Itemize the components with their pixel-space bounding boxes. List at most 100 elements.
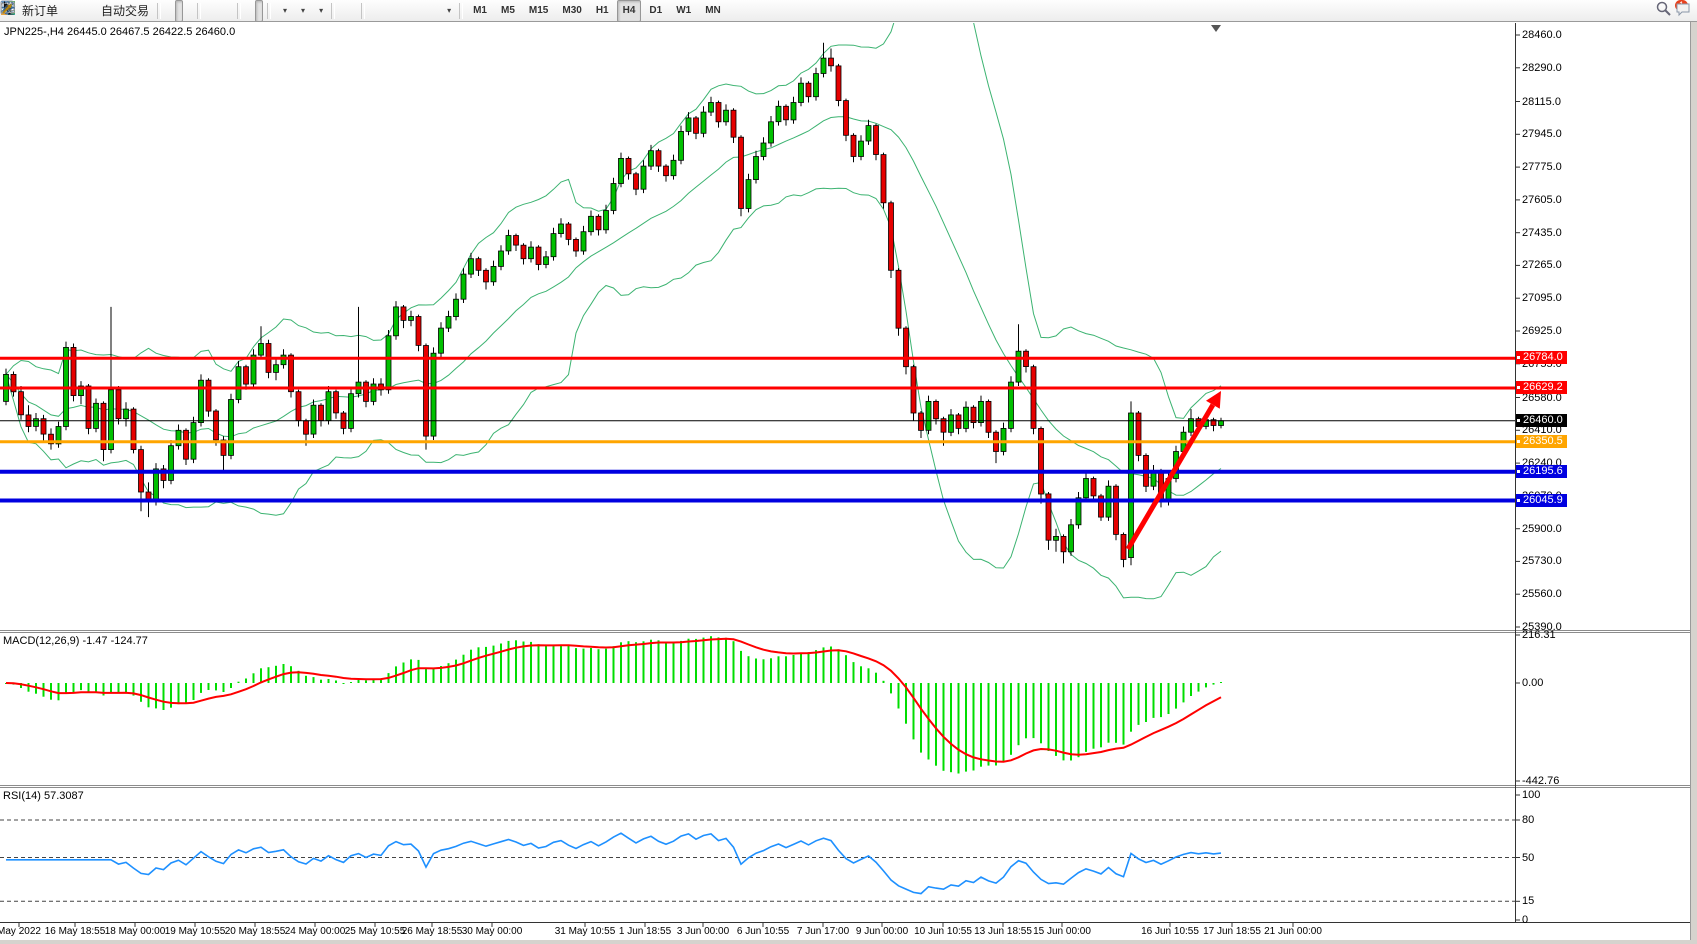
channel-button[interactable]: E — [399, 0, 407, 22]
price-axis-tick: 27265.0 — [1522, 259, 1562, 271]
time-axis-label: 15 Jun 00:00 — [1033, 926, 1091, 937]
time-axis-label: 19 May 10:55 — [165, 926, 226, 937]
tf-w1[interactable]: W1 — [670, 0, 697, 22]
price-line-badge: 26460.0 — [1516, 414, 1567, 427]
time-axis-label: 30 May 00:00 — [462, 926, 523, 937]
price-line-badge: 26350.5 — [1516, 435, 1567, 448]
cursor-button[interactable] — [339, 0, 347, 22]
tf-mn-label: MN — [705, 5, 721, 16]
price-axis-tick: 25900.0 — [1522, 523, 1562, 535]
toolbar-separator — [459, 3, 463, 19]
zoom-in-button[interactable] — [205, 0, 213, 22]
toolbar-separator — [267, 3, 271, 19]
toolbar-separator — [157, 3, 161, 19]
time-axis-label: 25 May 10:55 — [345, 926, 406, 937]
time-axis-label: 1 Jun 18:55 — [619, 926, 671, 937]
line-chart-button[interactable] — [185, 0, 193, 22]
rsi-axis-tick: 100 — [1522, 789, 1540, 801]
vline-button[interactable] — [369, 0, 377, 22]
price-axis-tick: 26925.0 — [1522, 325, 1562, 337]
time-axis-label: 10 Jun 10:55 — [914, 926, 972, 937]
auto-scroll-button[interactable] — [245, 0, 253, 22]
search-button[interactable] — [1656, 0, 1664, 22]
time-axis-label: 13 Jun 18:55 — [974, 926, 1032, 937]
rsi-axis-tick: 50 — [1522, 852, 1534, 864]
rsi-axis-tick: 0 — [1522, 914, 1528, 926]
bar-chart-button[interactable] — [165, 0, 173, 22]
label-button[interactable]: T — [429, 0, 437, 22]
tf-w1-label: W1 — [676, 5, 691, 16]
chevron-down-icon: ▾ — [447, 6, 451, 15]
autotrade-button-label: 自动交易 — [101, 2, 149, 19]
toolbar-separator — [331, 3, 335, 19]
time-axis-label: 7 Jun 17:00 — [797, 926, 849, 937]
shapes-button[interactable]: ▾ — [439, 0, 455, 22]
new-order-button[interactable]: 新订单 — [15, 0, 62, 22]
tf-m30[interactable]: M30 — [556, 0, 587, 22]
time-axis-label: 31 May 10:55 — [555, 926, 616, 937]
signals-button[interactable] — [84, 0, 92, 22]
tf-m5-label: M5 — [501, 5, 515, 16]
trendline-button[interactable] — [389, 0, 397, 22]
tf-m1-label: M1 — [473, 5, 487, 16]
time-axis-label: 20 May 18:55 — [225, 926, 286, 937]
time-axis-label: 16 May 18:55 — [45, 926, 106, 937]
tf-d1[interactable]: D1 — [643, 0, 668, 22]
chart-shift-button[interactable] — [255, 0, 263, 22]
chart-title: JPN225-,H4 26445.0 26467.5 26422.5 26460… — [4, 26, 235, 38]
price-axis-tick: 27775.0 — [1522, 161, 1562, 173]
tf-h1[interactable]: H1 — [590, 0, 615, 22]
macd-axis-tick: -442.76 — [1522, 775, 1559, 787]
rsi-axis-tick: 80 — [1522, 814, 1534, 826]
time-axis-label: 21 Jun 00:00 — [1264, 926, 1322, 937]
candle-chart-button[interactable] — [175, 0, 183, 22]
price-axis-tick: 25730.0 — [1522, 555, 1562, 567]
toolbar-separator — [197, 3, 201, 19]
deposit-button[interactable] — [64, 0, 72, 22]
periods-button[interactable]: ▾ — [293, 0, 309, 22]
chevron-down-icon: ▾ — [283, 6, 287, 15]
chevron-down-icon: ▾ — [319, 6, 323, 15]
tf-m15-label: M15 — [529, 5, 548, 16]
profile-button[interactable] — [74, 0, 82, 22]
tf-m5[interactable]: M5 — [495, 0, 521, 22]
time-axis-label: 9 Jun 00:00 — [856, 926, 908, 937]
price-axis-tick: 25560.0 — [1522, 588, 1562, 600]
price-line-badge: 26784.0 — [1516, 351, 1567, 364]
toolbar: 新订单 自动交易 ▾ ▾ ▾ EFAT ▾ M1 M5 M15 M30 H1 H4 D1 W1 MN 1 — [0, 0, 1697, 22]
zoom-out-button[interactable] — [215, 0, 223, 22]
price-axis-tick: 28460.0 — [1522, 29, 1562, 41]
tf-m15[interactable]: M15 — [523, 0, 554, 22]
chevron-down-icon: ▾ — [301, 6, 305, 15]
time-axis-label: 26 May 18:55 — [402, 926, 463, 937]
notifications-button[interactable]: 1 — [1674, 0, 1682, 22]
rsi-indicator-label: RSI(14) 57.3087 — [3, 790, 84, 802]
macd-axis-tick: 216.31 — [1522, 629, 1556, 641]
rsi-axis-tick: 15 — [1522, 895, 1534, 907]
toolbar-separator — [237, 3, 241, 19]
chart-graphics — [0, 0, 1697, 944]
tf-h1-label: H1 — [596, 5, 609, 16]
tile-windows-button[interactable] — [225, 0, 233, 22]
tf-mn[interactable]: MN — [699, 0, 727, 22]
time-axis-label: 3 Jun 00:00 — [677, 926, 729, 937]
toolbar-separator — [361, 3, 365, 19]
fibonacci-button[interactable]: F — [409, 0, 417, 22]
macd-indicator-label: MACD(12,26,9) -1.47 -124.77 — [3, 635, 148, 647]
autotrade-button[interactable]: 自动交易 — [94, 0, 153, 22]
price-axis-tick: 27095.0 — [1522, 292, 1562, 304]
text-button[interactable]: A — [419, 0, 427, 22]
crosshair-button[interactable] — [349, 0, 357, 22]
templates-button[interactable]: ▾ — [311, 0, 327, 22]
time-axis-label: 6 Jun 10:55 — [737, 926, 789, 937]
time-axis-label: 18 May 00:00 — [105, 926, 166, 937]
tf-h4[interactable]: H4 — [617, 0, 642, 22]
tf-m1[interactable]: M1 — [467, 0, 493, 22]
hline-button[interactable] — [379, 0, 387, 22]
time-axis-label: May 2022 — [0, 926, 41, 937]
tf-d1-label: D1 — [649, 5, 662, 16]
price-axis-tick: 27945.0 — [1522, 128, 1562, 140]
tf-m30-label: M30 — [562, 5, 581, 16]
price-line-badge: 26629.2 — [1516, 381, 1567, 394]
indicators-button[interactable]: ▾ — [275, 0, 291, 22]
